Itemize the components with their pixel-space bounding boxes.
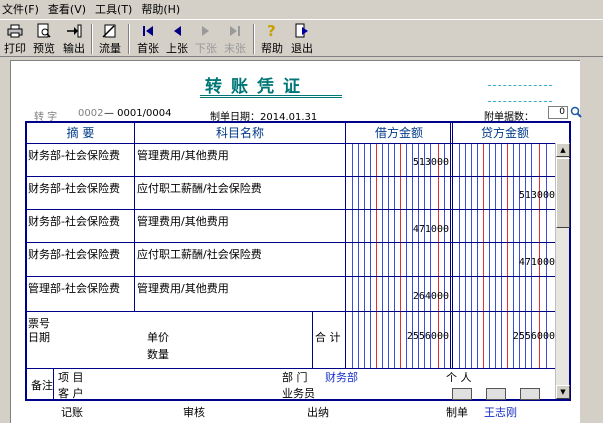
title-underline — [200, 95, 342, 98]
scroll-up-icon[interactable]: ▲ — [556, 143, 570, 157]
exit-icon — [293, 23, 311, 39]
quantity-label: 数量 — [147, 348, 169, 361]
total-label: 合 计 — [315, 331, 341, 344]
customer-label: 客 户 — [58, 387, 84, 400]
header-credit: 贷方金额 — [480, 126, 529, 140]
row-2-account[interactable]: 应付职工薪酬/社会保险费 — [137, 180, 262, 196]
last-button[interactable]: 末张 — [221, 22, 249, 56]
row-2-credit[interactable]: 513000 — [503, 190, 555, 201]
last-icon — [226, 23, 244, 39]
voucher-type-number[interactable]: 0002 — [78, 108, 103, 119]
row-3-account[interactable]: 管理费用/其他费用 — [137, 213, 229, 229]
row-4-credit[interactable]: 471000 — [503, 257, 555, 268]
date-label: 日期 — [28, 331, 50, 344]
pen-icon[interactable] — [520, 388, 540, 400]
window-edge — [580, 60, 603, 423]
export-button[interactable]: 输出 — [60, 22, 88, 56]
row-3-summary[interactable]: 财务部-社会保险费 — [28, 213, 120, 229]
menu-view[interactable]: 查看(V) — [48, 1, 95, 17]
print-button[interactable]: 打印 — [2, 22, 28, 56]
export-icon — [65, 23, 83, 39]
col-divider — [450, 123, 451, 368]
cashier-label: 出纳 — [307, 406, 329, 419]
help-button[interactable]: ? 帮助 — [258, 22, 286, 56]
menu-file[interactable]: 文件(F) — [2, 1, 48, 17]
flow-button[interactable]: 流量 — [96, 22, 124, 56]
toolbar-separator — [128, 24, 130, 54]
row-4-account[interactable]: 应付职工薪酬/社会保险费 — [137, 246, 262, 262]
menu-help[interactable]: 帮助(H) — [141, 1, 189, 17]
col-divider — [345, 123, 346, 368]
preview-button[interactable]: 预览 — [30, 22, 58, 56]
prev-button[interactable]: 上张 — [163, 22, 191, 56]
first-icon — [139, 23, 157, 39]
toolbar: 打印 预览 输出 流量 首张 上张 下张 末张 ? 帮助 退出 — [0, 19, 603, 57]
person-label: 个 人 — [446, 371, 472, 384]
attach-count-field[interactable]: 0 — [548, 106, 568, 119]
row-4-summary[interactable]: 财务部-社会保险费 — [28, 246, 120, 262]
row-2-summary[interactable]: 财务部-社会保险费 — [28, 180, 120, 196]
row-divider — [27, 209, 555, 210]
dashed-guide — [488, 85, 552, 86]
next-icon — [197, 23, 215, 39]
row-1-summary[interactable]: 财务部-社会保险费 — [28, 147, 120, 163]
exit-button[interactable]: 退出 — [288, 22, 316, 56]
scroll-thumb[interactable] — [556, 158, 570, 228]
row-divider — [27, 143, 555, 144]
voucher-sequence: — 0001/0004 — [104, 108, 172, 119]
row-1-account[interactable]: 管理费用/其他费用 — [137, 147, 229, 163]
preview-icon — [35, 23, 53, 39]
header-debit: 借方金额 — [374, 126, 423, 140]
row-5-summary[interactable]: 管理部-社会保险费 — [28, 280, 120, 296]
total-credit: 2556000 — [512, 331, 555, 342]
col-divider — [312, 311, 313, 368]
flow-icon — [101, 23, 119, 39]
prev-icon — [168, 23, 186, 39]
row-1-debit[interactable]: 513000 — [400, 157, 449, 168]
row-divider — [27, 176, 555, 177]
total-debit: 2556000 — [406, 331, 449, 342]
project-label: 项 目 — [58, 371, 84, 384]
menu-tools[interactable]: 工具(T) — [95, 1, 141, 17]
staff-label: 业务员 — [282, 387, 315, 400]
next-button[interactable]: 下张 — [192, 22, 220, 56]
help-icon: ? — [263, 23, 281, 39]
row-divider — [27, 276, 555, 277]
row-5-debit[interactable]: 264000 — [400, 291, 449, 302]
search-icon[interactable] — [570, 106, 582, 118]
header-account: 科目名称 — [215, 126, 264, 140]
ledger-icon[interactable] — [452, 388, 472, 400]
toolbar-separator — [253, 24, 255, 54]
row-5-account[interactable]: 管理费用/其他费用 — [137, 280, 229, 296]
dashed-guide — [488, 101, 552, 102]
menu-bar: 文件(F) 查看(V) 工具(T) 帮助(H) — [0, 0, 603, 18]
table-scrollbar[interactable]: ▲ ▼ — [555, 143, 570, 399]
toolbar-separator — [91, 24, 93, 54]
scroll-down-icon[interactable]: ▼ — [556, 385, 570, 399]
dept-label: 部 门 — [282, 371, 308, 384]
row-3-debit[interactable]: 471000 — [400, 224, 449, 235]
header-summary: 摘 要 — [66, 126, 95, 140]
voucher-title: 转账凭证 — [205, 77, 309, 97]
bookkeeping-label: 记账 — [61, 406, 83, 419]
print-icon — [6, 23, 24, 39]
row-divider — [27, 242, 555, 243]
col-divider — [134, 123, 135, 311]
row-divider — [27, 311, 555, 312]
maker-value: 王志刚 — [484, 406, 517, 419]
maker-label: 制单 — [446, 406, 468, 419]
svg-text:?: ? — [267, 23, 276, 39]
col-divider — [53, 368, 54, 401]
col-divider — [452, 123, 453, 368]
remark-label: 备注 — [31, 379, 53, 392]
dept-value[interactable]: 财务部 — [325, 369, 358, 385]
review-label: 审核 — [183, 406, 205, 419]
unit-price-label: 单价 — [147, 331, 169, 344]
first-button[interactable]: 首张 — [134, 22, 162, 56]
card-icon[interactable] — [486, 388, 506, 400]
